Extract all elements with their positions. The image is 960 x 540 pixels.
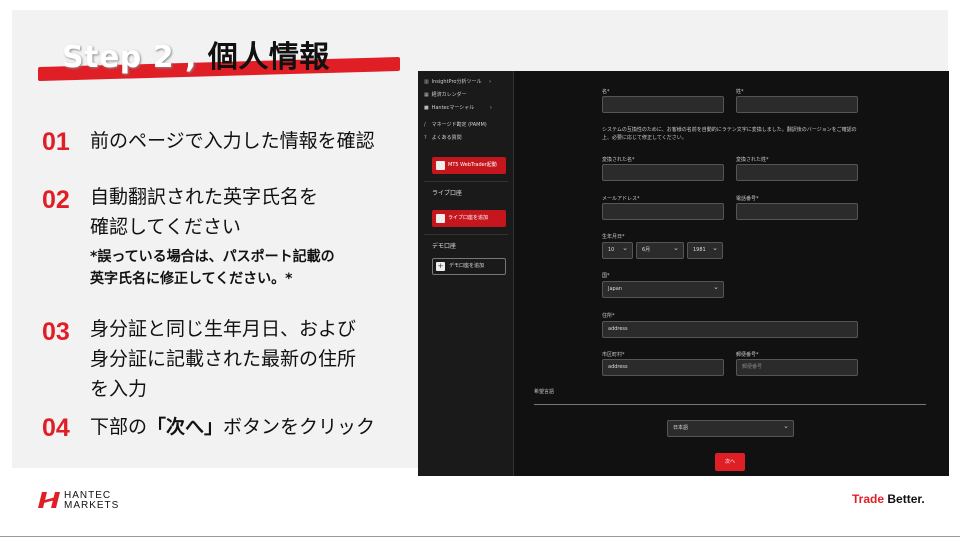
phone-label: 電話番号*	[736, 196, 759, 202]
slide-title: Step 2 , 個人情報	[62, 32, 330, 76]
step-number: 02	[42, 186, 70, 214]
calendar-icon: ▦	[424, 92, 429, 98]
dob-label: 生年月日*	[602, 234, 625, 240]
step-text-bold: 「次へ」	[147, 416, 224, 438]
address-input[interactable]: address	[602, 321, 858, 338]
add-demo-account-button[interactable]: + デモ口座を追加	[432, 258, 506, 275]
dob-month-select[interactable]: 6月	[636, 241, 684, 259]
city-input[interactable]: address	[602, 359, 724, 376]
step-text: 身分証と同じ生年月日、および	[90, 318, 357, 340]
demo-account-heading: デモ口座	[432, 243, 457, 250]
step-number: 01	[42, 128, 70, 156]
step-text: 身分証に記載された最新の住所	[90, 348, 357, 370]
dob-day-select[interactable]: 10	[602, 241, 633, 259]
step-note: 英字氏名に修正してください。*	[90, 271, 293, 287]
tagline: Trade Better.	[852, 492, 925, 506]
converted-first-name-label: 変換された名*	[602, 157, 635, 163]
title-jp: 個人情報	[207, 40, 330, 75]
title-step: Step 2 ,	[62, 40, 197, 75]
sidebar: ▥ InsightPro分析ツール › ▦ 経済カレンダー ■ Hantecマー…	[418, 71, 514, 476]
plus-icon: +	[436, 262, 445, 271]
add-live-account-button[interactable]: ライブ口座を追加	[432, 210, 506, 227]
tagline-better: Better.	[887, 492, 925, 506]
embedded-screenshot: ▥ InsightPro分析ツール › ▦ 経済カレンダー ■ Hantecマー…	[418, 71, 949, 476]
hantec-logo-icon	[38, 492, 60, 508]
sidebar-item-marshall[interactable]: ■ Hantecマーシャル ›	[424, 104, 492, 111]
step-text: 下部の「次へ」ボタンをクリック	[90, 412, 375, 442]
sidebar-item-insightpro[interactable]: ▥ InsightPro分析ツール ›	[424, 78, 491, 85]
language-select[interactable]: 日本語	[667, 419, 794, 437]
email-label: メールアドレス*	[602, 196, 640, 202]
plus-icon	[436, 214, 445, 223]
step-number: 03	[42, 318, 70, 346]
step-number: 04	[42, 414, 70, 442]
mt5-webtrader-button[interactable]: MT5 WebTrader起動	[432, 157, 506, 174]
latin-conversion-note: システムの互換性のために、お客様の名前を自動的にラテン文字に変換しました。翻訳後…	[602, 127, 857, 141]
email-input[interactable]	[602, 203, 724, 220]
last-name-input[interactable]	[736, 96, 858, 113]
postal-code-label: 郵便番号*	[736, 352, 759, 358]
divider	[424, 181, 508, 182]
language-label: 希望言語	[534, 389, 555, 395]
sidebar-item-calendar[interactable]: ▦ 経済カレンダー	[424, 91, 467, 98]
help-icon: ?	[424, 135, 427, 141]
footer-line	[0, 536, 960, 537]
city-label: 市区町村*	[602, 352, 625, 358]
monitor-icon	[436, 161, 445, 170]
first-name-label: 名*	[602, 89, 610, 95]
address-label: 住所*	[602, 313, 615, 319]
last-name-label: 姓*	[736, 89, 744, 95]
country-label: 国*	[602, 273, 610, 279]
next-button[interactable]: 次へ	[715, 453, 745, 471]
step-text: 確認してください	[90, 216, 241, 238]
step-note: *誤っている場合は、パスポート記載の	[90, 249, 335, 265]
sidebar-item-faq[interactable]: ? よくある質問	[424, 134, 462, 141]
divider	[534, 404, 926, 405]
step-text-pre: 下部の	[90, 416, 148, 438]
converted-last-name-input[interactable]	[736, 164, 858, 181]
divider	[424, 234, 508, 235]
dob-year-select[interactable]: 1981	[687, 241, 723, 259]
step-text: 前のページで入力した情報を確認	[90, 130, 375, 152]
first-name-input[interactable]	[602, 96, 724, 113]
phone-input[interactable]	[736, 203, 858, 220]
news-icon: ■	[424, 105, 429, 111]
step-text-post: ボタンをクリック	[223, 416, 376, 438]
logo-text-line2: MARKETS	[64, 500, 120, 511]
converted-last-name-label: 変換された姓*	[736, 157, 769, 163]
step-text: を入力	[90, 378, 148, 400]
converted-first-name-input[interactable]	[602, 164, 724, 181]
tagline-trade: Trade	[852, 492, 888, 506]
country-select[interactable]: Japan	[602, 280, 724, 298]
sidebar-item-pamm[interactable]: / マネージド勘定 (PAMM)	[424, 121, 487, 128]
postal-code-input[interactable]: 郵便番号	[736, 359, 858, 376]
slide: Step 2 , 個人情報 01 前のページで入力した情報を確認 02 自動翻訳…	[0, 0, 960, 540]
step-text: 自動翻訳された英字氏名を	[90, 186, 319, 208]
chart-icon: ▥	[424, 79, 429, 85]
slash-icon: /	[424, 122, 426, 128]
live-account-heading: ライブ口座	[432, 190, 463, 197]
